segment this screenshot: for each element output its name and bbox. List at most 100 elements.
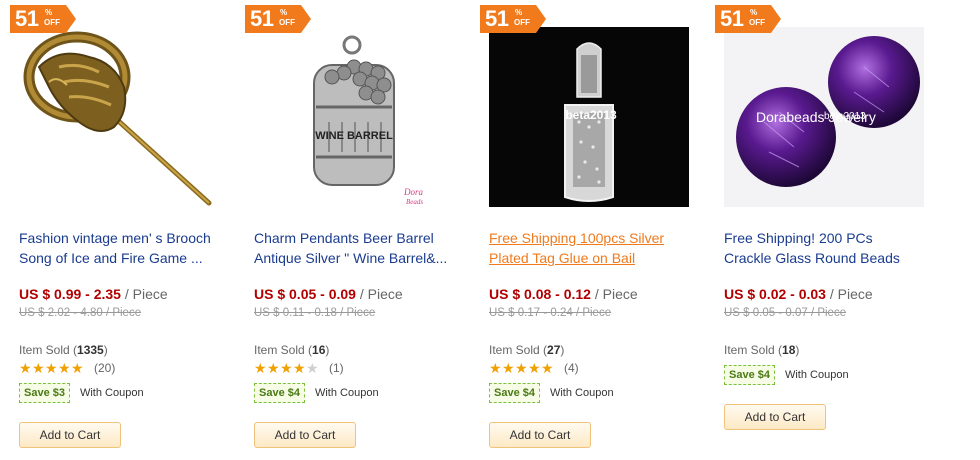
sale-price: US $ 0.05 - 0.09	[254, 286, 356, 302]
star-icon: ★	[293, 360, 306, 376]
sold-label: Item Sold (	[489, 343, 548, 357]
coupon: Save $4 With Coupon	[254, 383, 379, 403]
coupon-badge[interactable]: Save $4	[489, 383, 540, 403]
price-row: US $ 0.05 - 0.09 / Piece	[254, 286, 403, 302]
coupon-badge[interactable]: Save $4	[254, 383, 305, 403]
glass-beads-image: Dorabeads Jewelry beta2013	[724, 27, 924, 207]
product-title[interactable]: Free Shipping 100pcs Silver Plated Tag G…	[489, 228, 694, 268]
star-icon: ★	[489, 360, 502, 376]
product-title-line: Crackle Glass Round Beads	[724, 250, 900, 266]
coupon: Save $4 With Coupon	[724, 365, 849, 385]
add-to-cart-button[interactable]: Add to Cart	[489, 422, 591, 448]
price-unit: / Piece	[825, 286, 873, 302]
coupon-badge[interactable]: Save $4	[724, 365, 775, 385]
discount-value: 51	[720, 6, 744, 31]
coupon-note: With Coupon	[79, 387, 144, 399]
product-image[interactable]: Dorabeads Jewelry beta2013	[724, 27, 924, 207]
sold-label: Item Sold (	[254, 343, 313, 357]
product-title-line: Song of Ice and Fire Game ...	[19, 250, 203, 266]
product-image[interactable]: WINE BARREL Dora Beads	[254, 27, 454, 207]
watermark: beta2013	[565, 108, 617, 122]
sold-count: 1335	[77, 343, 104, 357]
sold-count: 18	[782, 343, 796, 357]
star-icon: ★	[32, 360, 45, 376]
price-row: US $ 0.99 - 2.35 / Piece	[19, 286, 168, 302]
star-icon: ★	[19, 360, 32, 376]
empty-star-icon: ★	[306, 360, 319, 376]
sold-close: )	[103, 343, 108, 357]
coupon: Save $3 With Coupon	[19, 383, 144, 403]
rating: ★ ★ ★ ★ ★ (1)	[254, 360, 344, 376]
rating: ★ ★ ★ ★ ★ (20)	[19, 360, 115, 376]
barrel-charm-image: WINE BARREL Dora Beads	[254, 27, 454, 207]
sale-price: US $ 0.08 - 0.12	[489, 286, 591, 302]
star-icon: ★	[254, 360, 267, 376]
product-title-line: Charm Pendants Beer Barrel	[254, 230, 434, 246]
sale-price: US $ 0.02 - 0.03	[724, 286, 826, 302]
product-title[interactable]: Charm Pendants Beer Barrel Antique Silve…	[254, 228, 459, 268]
price-unit: / Piece	[355, 286, 403, 302]
sold-count: 16	[312, 343, 326, 357]
star-icon: ★	[267, 360, 280, 376]
discount-badge: 51 % OFF	[480, 5, 546, 33]
discount-badge: 51 % OFF	[10, 5, 76, 33]
half-star-icon: ★	[71, 360, 84, 376]
sold-close: )	[795, 343, 800, 357]
original-price: US $ 0.17 - 0.24 / Piece	[489, 307, 612, 319]
add-to-cart-button[interactable]: Add to Cart	[254, 422, 356, 448]
product-image[interactable]	[19, 27, 219, 207]
star-icon: ★	[58, 360, 71, 376]
discount-off: OFF	[279, 18, 295, 27]
product-card: WINE BARREL Dora Beads 51 % OFF Charm Pe…	[245, 0, 465, 460]
discount-off: OFF	[749, 18, 765, 27]
star-rating: ★ ★ ★ ★ ★	[19, 361, 84, 375]
product-title-line: Fashion vintage men' s Brooch	[19, 230, 211, 246]
star-rating: ★ ★ ★ ★ ★	[254, 361, 319, 375]
product-title-line: Free Shipping 100pcs Silver	[489, 230, 665, 246]
star-icon: ★	[502, 360, 515, 376]
review-count[interactable]: (1)	[329, 361, 344, 375]
price-row: US $ 0.02 - 0.03 / Piece	[724, 286, 873, 302]
product-card: Dorabeads Jewelry beta2013 51 % OFF Free…	[715, 0, 935, 460]
discount-value: 51	[15, 6, 39, 31]
discount-value: 51	[485, 6, 509, 31]
original-price: US $ 0.05 - 0.07 / Piece	[724, 307, 847, 319]
star-icon: ★	[45, 360, 58, 376]
star-icon: ★	[528, 360, 541, 376]
discount-percent: %	[45, 8, 53, 17]
product-title[interactable]: Free Shipping! 200 PCs Crackle Glass Rou…	[724, 228, 929, 268]
price-unit: / Piece	[590, 286, 638, 302]
original-price: US $ 2.02 - 4.80 / Piece	[19, 307, 142, 319]
coupon-note: With Coupon	[784, 369, 849, 381]
discount-percent: %	[280, 8, 288, 17]
discount-badge: 51 % OFF	[715, 5, 781, 33]
star-icon: ★	[515, 360, 528, 376]
sold-label: Item Sold (	[19, 343, 78, 357]
bail-pendant-image: beta2013	[489, 27, 689, 207]
coupon-badge[interactable]: Save $3	[19, 383, 70, 403]
price-unit: / Piece	[120, 286, 168, 302]
review-count[interactable]: (4)	[564, 361, 579, 375]
price-row: US $ 0.08 - 0.12 / Piece	[489, 286, 638, 302]
discount-badge: 51 % OFF	[245, 5, 311, 33]
items-sold: Item Sold (1335)	[19, 343, 108, 357]
product-title-line: Plated Tag Glue on Bail	[489, 250, 636, 266]
discount-off: OFF	[44, 18, 60, 27]
product-title-line: Free Shipping! 200 PCs	[724, 230, 873, 246]
add-to-cart-button[interactable]: Add to Cart	[724, 404, 826, 430]
product-title-line: Antique Silver " Wine Barrel&...	[254, 250, 448, 266]
coupon-note: With Coupon	[549, 387, 614, 399]
product-title[interactable]: Fashion vintage men' s Brooch Song of Ic…	[19, 228, 224, 268]
star-icon: ★	[541, 360, 554, 376]
brand-logo: Dora	[403, 187, 424, 197]
product-grid: 51 % OFF Fashion vintage men' s Brooch S…	[0, 0, 980, 460]
discount-off: OFF	[514, 18, 530, 27]
product-card: 51 % OFF Fashion vintage men' s Brooch S…	[10, 0, 230, 460]
product-image[interactable]: beta2013	[489, 27, 689, 207]
brand-logo-2: Beads	[406, 198, 423, 206]
review-count[interactable]: (20)	[94, 361, 115, 375]
coupon-note: With Coupon	[314, 387, 379, 399]
add-to-cart-button[interactable]: Add to Cart	[19, 422, 121, 448]
items-sold: Item Sold (16)	[254, 343, 329, 357]
star-icon: ★	[280, 360, 293, 376]
